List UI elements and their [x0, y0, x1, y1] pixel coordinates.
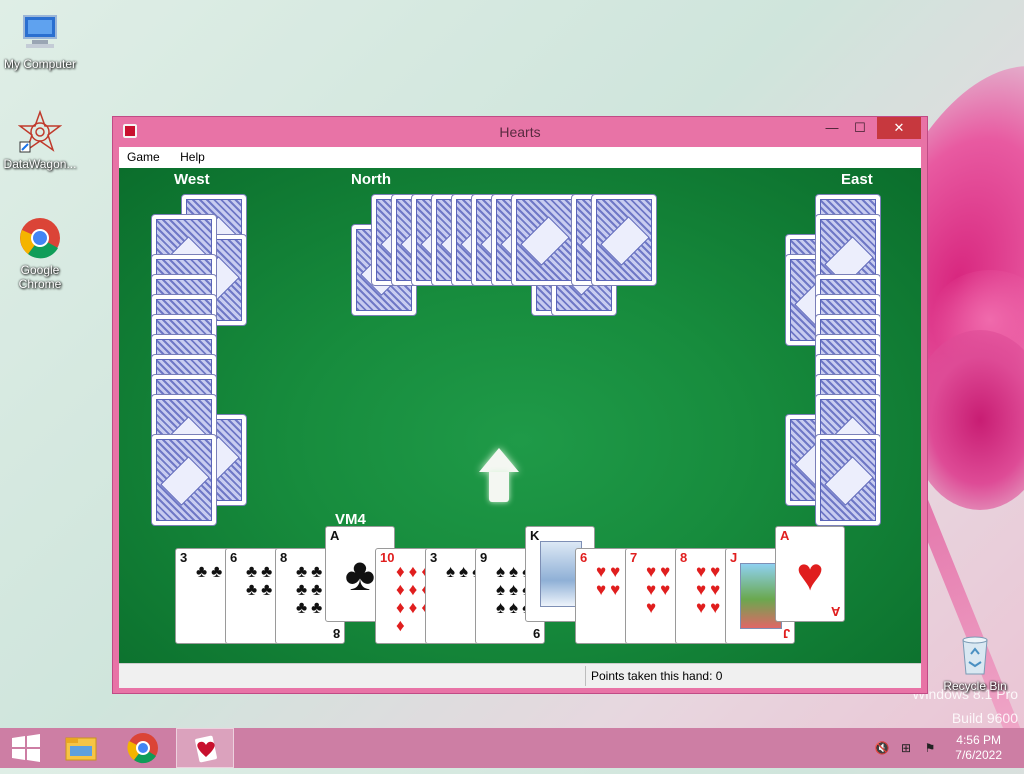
- card-rank: 8: [680, 550, 688, 565]
- card-rank: 6: [230, 550, 238, 565]
- recycle-bin-icon: [953, 632, 997, 676]
- action-center-icon[interactable]: ⚑: [922, 741, 938, 755]
- chrome-icon: [127, 733, 158, 764]
- desktop-icon-label: DataWagon...: [3, 157, 77, 171]
- desktop-icon-label: Recycle Bin: [943, 679, 1007, 693]
- file-explorer-icon: [65, 737, 97, 761]
- card-rank: J: [782, 626, 790, 641]
- player-name-north: North: [351, 171, 391, 188]
- network-icon[interactable]: ⊞: [898, 741, 914, 755]
- menu-help[interactable]: Help: [172, 147, 213, 164]
- menu-bar: Game Help: [119, 147, 921, 169]
- window-title: Hearts: [499, 124, 541, 140]
- card-rank: A: [830, 604, 840, 619]
- start-icon: [12, 734, 40, 762]
- desktop-icon-label: My Computer: [3, 57, 77, 71]
- card-rank: 10: [380, 550, 395, 565]
- start-button[interactable]: [0, 728, 54, 768]
- player-name-west: West: [174, 171, 210, 188]
- volume-muted-icon[interactable]: 🔇: [874, 741, 890, 755]
- card-rank: 8: [332, 626, 340, 641]
- west-card-back: [151, 434, 217, 526]
- computer-icon: [18, 10, 62, 54]
- up-arrow-icon[interactable]: [479, 448, 519, 506]
- status-bar: Points taken this hand: 0: [119, 663, 921, 688]
- card-rank: 9: [480, 550, 488, 565]
- datawagon-icon: [17, 109, 63, 154]
- card-rank: 8: [280, 550, 288, 565]
- east-card-back: [815, 434, 881, 526]
- taskbar: 🔇 ⊞ ⚑ 4:56 PM 7/6/2022: [0, 728, 1024, 768]
- card-rank: 7: [630, 550, 638, 565]
- card-rank: J: [730, 550, 738, 565]
- close-button[interactable]: ✕: [877, 117, 921, 139]
- file-explorer-button[interactable]: [54, 728, 108, 768]
- maximize-button[interactable]: ☐: [845, 117, 875, 139]
- game-table: West North East VM4 3♣♣♣36♣♣♣♣♣♣68♣♣♣♣♣♣…: [119, 168, 921, 663]
- title-bar[interactable]: Hearts — ☐ ✕: [113, 117, 927, 147]
- north-card-back: [591, 194, 657, 286]
- card-rank: 3: [430, 550, 438, 565]
- hand-card[interactable]: A ♥ A: [775, 526, 845, 622]
- hearts-icon: [195, 735, 217, 763]
- points-status: Points taken this hand: 0: [591, 669, 723, 683]
- card-rank: A: [780, 528, 790, 543]
- desktop-icon-chrome[interactable]: Google Chrome: [0, 216, 80, 291]
- card-rank: A: [330, 528, 340, 543]
- hearts-window: Hearts — ☐ ✕ Game Help West North East V…: [112, 116, 928, 694]
- menu-game[interactable]: Game: [119, 147, 168, 164]
- card-rank: 6: [580, 550, 588, 565]
- clock-date: 7/6/2022: [955, 748, 1002, 762]
- os-build-watermark: Build 9600: [951, 710, 1018, 726]
- card-rank: 9: [532, 626, 540, 641]
- card-rank: K: [530, 528, 540, 543]
- chrome-taskbar-button[interactable]: [116, 728, 170, 768]
- status-divider: [585, 666, 586, 686]
- north-card-back: [511, 194, 577, 286]
- system-clock[interactable]: 4:56 PM 7/6/2022: [955, 733, 1002, 763]
- card-rank: 3: [180, 550, 188, 565]
- desktop-icon-my-computer[interactable]: My Computer: [0, 10, 80, 71]
- desktop-icon-label: Google Chrome: [18, 263, 62, 291]
- hearts-taskbar-button[interactable]: [176, 728, 234, 768]
- card-suit: ♥: [796, 548, 824, 600]
- desktop-icon-recycle-bin[interactable]: Recycle Bin: [935, 632, 1015, 693]
- desktop-icon-datawagon[interactable]: DataWagon...: [0, 109, 80, 171]
- player-name-east: East: [841, 171, 873, 188]
- minimize-button[interactable]: —: [817, 117, 847, 139]
- clock-time: 4:56 PM: [956, 733, 1001, 747]
- chrome-icon: [18, 216, 62, 260]
